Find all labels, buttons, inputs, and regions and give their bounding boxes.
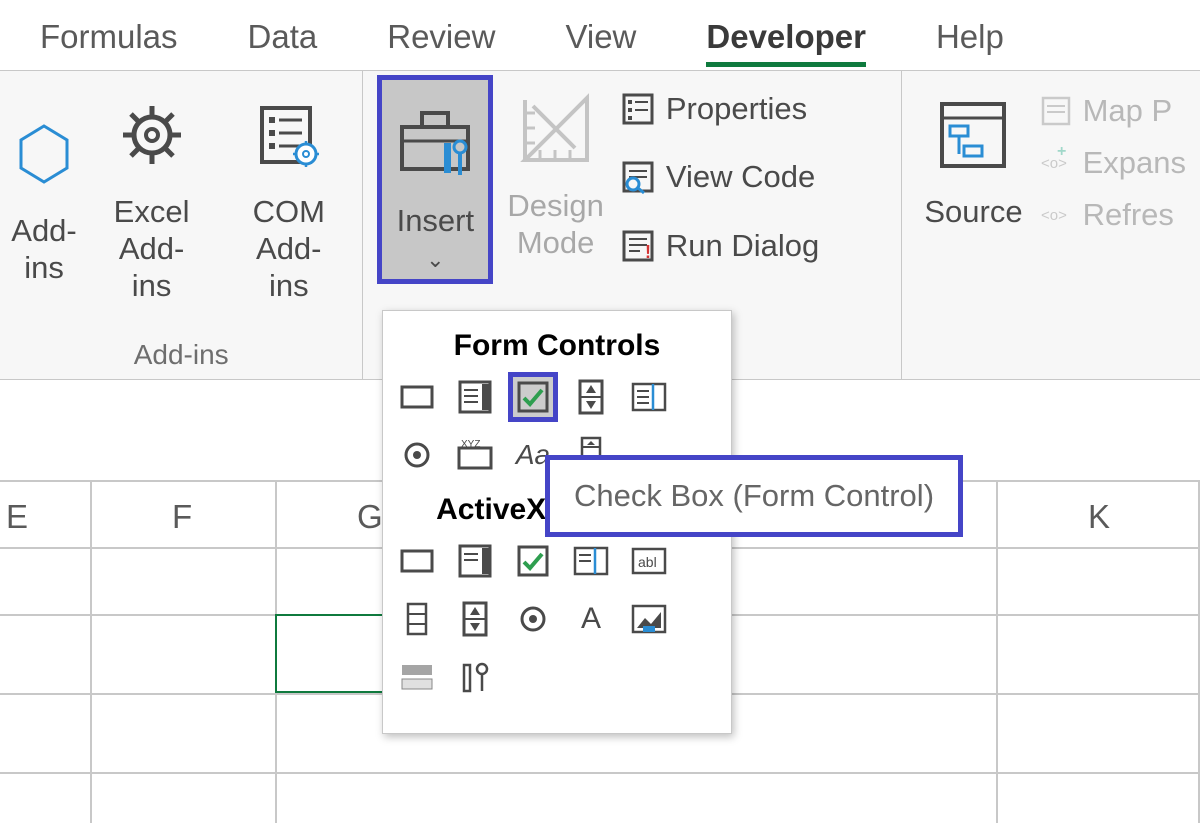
form-spinner-control[interactable] [571, 377, 611, 417]
grid-line [0, 772, 1200, 774]
col-f[interactable]: F [172, 498, 192, 536]
design-mode-button[interactable]: Design Mode [499, 75, 612, 265]
refresh-icon: <o> [1039, 198, 1073, 232]
expansion-icon: <o>+ [1039, 146, 1073, 180]
group-xml: Source Map P <o>+ Expans <o> Refres [902, 71, 1200, 379]
refresh-label: Refres [1083, 197, 1174, 233]
ax-more-control[interactable] [455, 657, 495, 697]
properties-button[interactable]: Properties [620, 91, 819, 127]
col-k[interactable]: K [1088, 498, 1110, 536]
ax-label-control[interactable]: A [571, 599, 611, 639]
excel-addins-button[interactable]: Excel Add-ins [92, 81, 211, 309]
ax-listbox-control[interactable] [571, 541, 611, 581]
properties-label: Properties [666, 91, 807, 127]
form-button-control[interactable] [397, 377, 437, 417]
addins-button[interactable]: Add- ins [14, 81, 74, 309]
insert-dropdown: Form Controls XYZ Aa ActiveX Controls ab… [382, 310, 732, 734]
ax-scrollbar-control[interactable] [397, 599, 437, 639]
tooltip-checkbox: Check Box (Form Control) [545, 455, 963, 537]
expansion-packs-button[interactable]: <o>+ Expans [1039, 145, 1186, 181]
source-pane-icon [934, 96, 1012, 174]
ax-textbox-control[interactable]: abl [629, 541, 669, 581]
form-listbox-control[interactable] [629, 377, 669, 417]
source-button[interactable]: Source [916, 81, 1030, 234]
svg-text:<o>: <o> [1041, 207, 1067, 224]
insert-controls-button[interactable]: Insert ⌄ [377, 75, 493, 284]
ax-button-control[interactable] [397, 541, 437, 581]
group-label-addins: Add-ins [134, 339, 229, 371]
map-properties-button[interactable]: Map P [1039, 93, 1186, 129]
form-checkbox-control[interactable] [513, 377, 553, 417]
ax-combo-control[interactable] [455, 541, 495, 581]
ruler-triangle-icon [515, 88, 597, 170]
col-e[interactable]: E [6, 498, 28, 536]
hexagon-icon [19, 124, 69, 184]
tab-data[interactable]: Data [248, 18, 318, 62]
map-props-icon [1039, 94, 1073, 128]
tab-view[interactable]: View [565, 18, 636, 62]
ax-image-control[interactable] [629, 599, 669, 639]
view-code-button[interactable]: View Code [620, 159, 819, 195]
selected-cell[interactable] [275, 614, 390, 693]
tab-review[interactable]: Review [387, 18, 495, 62]
list-gear-icon [254, 100, 324, 170]
svg-text:!: ! [645, 242, 651, 262]
expansion-label: Expans [1083, 145, 1186, 181]
activex-controls-grid: abl A [397, 541, 717, 715]
run-dialog-icon: ! [620, 228, 656, 264]
svg-text:abl: abl [638, 554, 657, 570]
refresh-data-button[interactable]: <o> Refres [1039, 197, 1186, 233]
form-controls-title: Form Controls [397, 329, 717, 363]
chevron-down-icon: ⌄ [426, 247, 444, 273]
properties-icon [620, 91, 656, 127]
form-groupbox-control[interactable]: XYZ [455, 435, 495, 475]
toolbox-icon [392, 97, 478, 183]
tab-formulas[interactable]: Formulas [40, 18, 178, 62]
tab-developer[interactable]: Developer [706, 18, 866, 67]
form-option-control[interactable] [397, 435, 437, 475]
ax-spinner-control[interactable] [455, 599, 495, 639]
ax-option-control[interactable] [513, 599, 553, 639]
com-addins-button[interactable]: COM Add-ins [229, 81, 348, 309]
ax-checkbox-control[interactable] [513, 541, 553, 581]
gear-icon [117, 100, 187, 170]
ribbon-tabs: Formulas Data Review View Developer Help [0, 0, 1200, 70]
map-properties-label: Map P [1083, 93, 1173, 129]
view-code-icon [620, 159, 656, 195]
group-addins: Add- ins Excel Add-ins [0, 71, 363, 379]
form-combo-control[interactable] [455, 377, 495, 417]
run-dialog-button[interactable]: ! Run Dialog [620, 228, 819, 264]
view-code-label: View Code [666, 159, 815, 195]
run-dialog-label: Run Dialog [666, 228, 819, 264]
tab-help[interactable]: Help [936, 18, 1004, 62]
svg-text:XYZ: XYZ [461, 439, 480, 450]
svg-text:+: + [1057, 146, 1066, 160]
ax-toggle-control[interactable] [397, 657, 437, 697]
col-g[interactable]: G [357, 498, 383, 536]
